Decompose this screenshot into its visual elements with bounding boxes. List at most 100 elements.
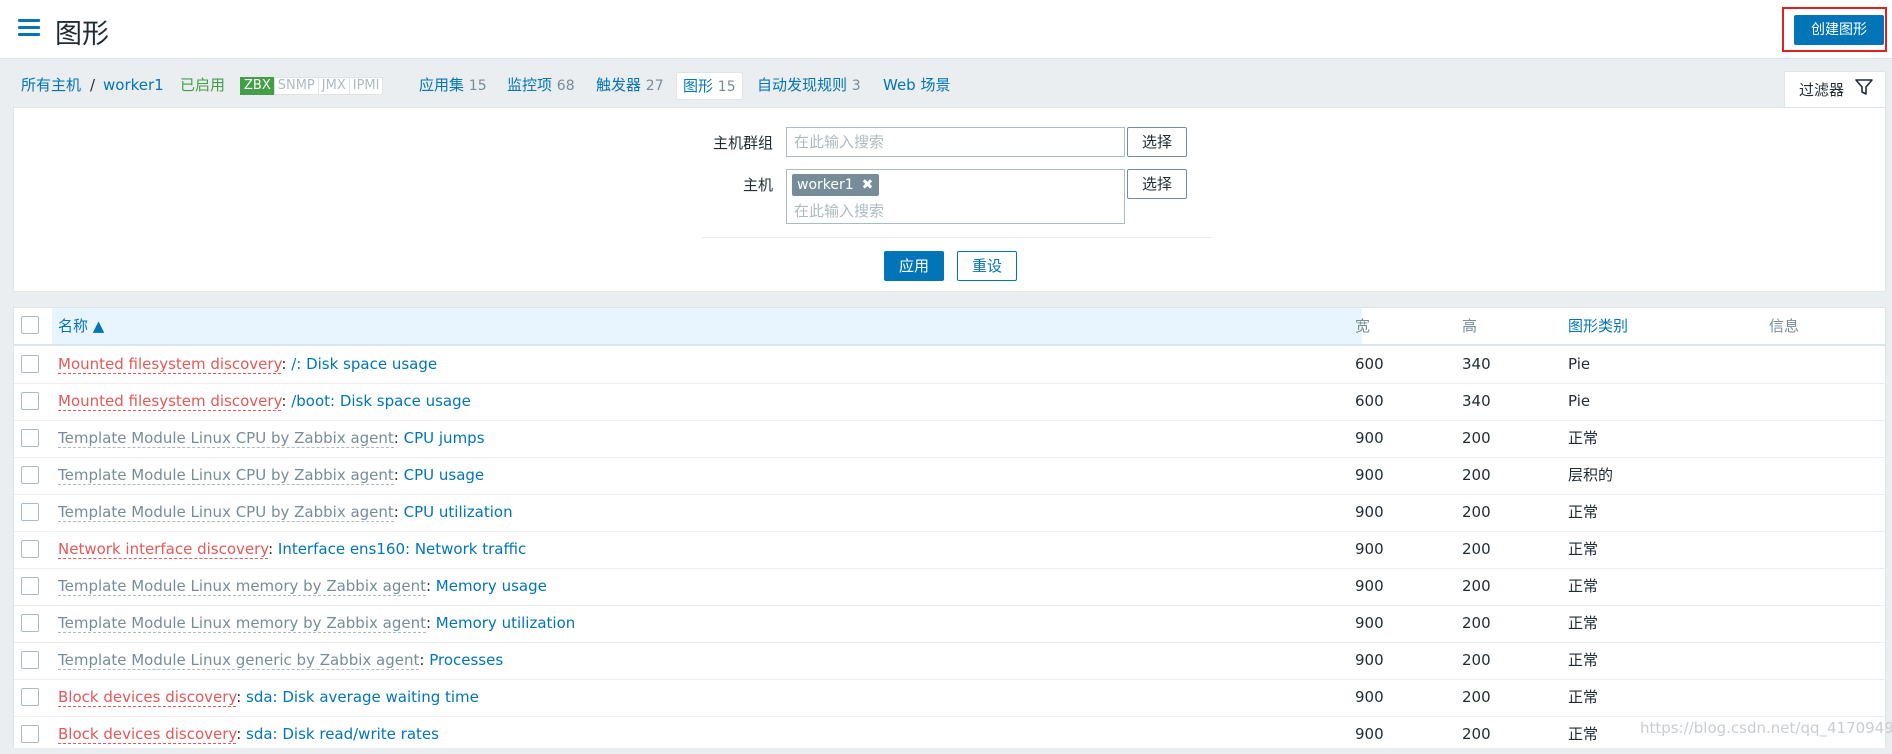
filter-tab-label: 过滤器 [1799,81,1845,99]
nav-graphs-label[interactable]: 图形 [683,77,713,95]
filter-icon [1855,79,1873,95]
graph-type: Pie [1568,392,1591,410]
menu-icon[interactable] [18,19,40,37]
template-link[interactable]: Template Module Linux CPU by Zabbix agen… [58,466,394,485]
select-all-checkbox[interactable] [21,316,39,334]
nav-items[interactable]: 监控项 68 [507,72,575,98]
remove-chip-icon[interactable]: ✖ [862,177,874,193]
host-group-input[interactable]: 在此输入搜索 [786,127,1125,157]
column-graph-type[interactable]: 图形类别 [1568,308,1628,344]
apply-button[interactable]: 应用 [884,251,944,281]
template-link[interactable]: Block devices discovery [58,688,237,707]
nav-triggers-label[interactable]: 触发器 [596,76,641,94]
graph-type: Pie [1568,355,1591,373]
template-link[interactable]: Block devices discovery [58,725,237,744]
create-graph-button[interactable]: 创建图形 [1794,15,1884,45]
tag-ipmi: IPMI [348,77,384,95]
graph-width: 900 [1355,540,1384,558]
template-separator: : [425,614,436,632]
nav-graphs[interactable]: 图形 15 [676,72,743,100]
graph-type: 层积的 [1568,466,1614,484]
graph-type: 正常 [1568,725,1599,743]
template-link[interactable]: Template Module Linux generic by Zabbix … [58,651,420,670]
template-link[interactable]: Network interface discovery [58,540,269,559]
graph-name-cell: Template Module Linux memory by Zabbix a… [58,605,575,642]
nav-host[interactable]: worker1 [103,76,164,94]
host-select-button[interactable]: 选择 [1127,169,1187,199]
nav-triggers[interactable]: 触发器 27 [596,72,664,98]
graph-width: 900 [1355,429,1384,447]
page-header: 图形 创建图形 [0,0,1892,59]
graph-height: 200 [1462,503,1491,521]
row-checkbox[interactable] [21,577,39,595]
row-checkbox[interactable] [21,651,39,669]
template-link[interactable]: Mounted filesystem discovery [58,392,282,411]
row-checkbox[interactable] [21,392,39,410]
filter-tab[interactable]: 过滤器 [1784,71,1886,108]
row-checkbox[interactable] [21,725,39,743]
column-info: 信息 [1769,317,1800,335]
graph-name-cell: Template Module Linux CPU by Zabbix agen… [58,457,484,494]
template-link[interactable]: Mounted filesystem discovery [58,355,282,374]
graph-link[interactable]: sda: Disk average waiting time [246,688,479,706]
row-checkbox[interactable] [21,466,39,484]
graph-type: 正常 [1568,688,1599,706]
graph-link[interactable]: sda: Disk read/write rates [246,725,439,743]
graph-link[interactable]: Interface ens160: Network traffic [278,540,526,558]
row-checkbox[interactable] [21,540,39,558]
template-separator: : [236,725,247,743]
nav-web-scenarios[interactable]: Web 场景 [883,76,950,94]
graph-height: 200 [1462,614,1491,632]
host-chip[interactable]: worker1 ✖ [792,174,880,196]
graph-name-cell: Network interface discovery: Interface e… [58,531,526,568]
graph-width: 900 [1355,725,1384,743]
graph-width: 900 [1355,614,1384,632]
template-link[interactable]: Template Module Linux memory by Zabbix a… [58,614,426,633]
graph-name-cell: Template Module Linux CPU by Zabbix agen… [58,420,485,457]
graph-link[interactable]: CPU jumps [404,429,485,447]
graph-width: 900 [1355,503,1384,521]
row-checkbox[interactable] [21,614,39,632]
nav-applications-count: 15 [468,78,487,94]
template-link[interactable]: Template Module Linux CPU by Zabbix agen… [58,503,394,522]
tag-zbx: ZBX [240,77,275,95]
nav-applications[interactable]: 应用集 15 [419,72,487,98]
graph-height: 200 [1462,651,1491,669]
column-name[interactable]: 名称 ▲ [58,308,104,344]
watermark: https://blog.csdn.net/qq_41709494 [1640,719,1892,737]
host-multiselect[interactable]: worker1 ✖ 在此输入搜索 [786,169,1125,224]
graph-width: 600 [1355,355,1384,373]
reset-button[interactable]: 重设 [957,251,1017,281]
host-status[interactable]: 已启用 [180,72,225,98]
sorted-column-bg [52,308,1362,344]
graph-height: 340 [1462,392,1491,410]
graph-name-cell: Template Module Linux memory by Zabbix a… [58,568,547,605]
nav-discovery[interactable]: 自动发现规则 3 [757,72,861,98]
graph-width: 900 [1355,651,1384,669]
graph-link[interactable]: CPU utilization [404,503,513,521]
graph-type: 正常 [1568,503,1599,521]
nav-applications-label[interactable]: 应用集 [419,76,464,94]
graph-link[interactable]: /boot: Disk space usage [291,392,471,410]
nav-discovery-label[interactable]: 自动发现规则 [757,76,847,94]
host-search-placeholder[interactable]: 在此输入搜索 [794,200,884,222]
graph-link[interactable]: CPU usage [404,466,485,484]
graph-link[interactable]: /: Disk space usage [291,355,437,373]
row-checkbox[interactable] [21,429,39,447]
table-row: Network interface discovery: Interface e… [14,531,1885,569]
graph-link[interactable]: Memory usage [436,577,547,595]
row-checkbox[interactable] [21,503,39,521]
nav-items-label[interactable]: 监控项 [507,76,552,94]
template-link[interactable]: Template Module Linux memory by Zabbix a… [58,577,426,596]
host-group-select-button[interactable]: 选择 [1127,127,1187,157]
host-label: 主机 [742,176,773,194]
graph-name-cell: Mounted filesystem discovery: /: Disk sp… [58,346,437,383]
row-checkbox[interactable] [21,688,39,706]
nav-all-hosts[interactable]: 所有主机 [21,76,81,94]
filter-divider [702,237,1212,238]
graph-link[interactable]: Processes [429,651,503,669]
graph-name-cell: Template Module Linux CPU by Zabbix agen… [58,494,513,531]
template-link[interactable]: Template Module Linux CPU by Zabbix agen… [58,429,394,448]
row-checkbox[interactable] [21,355,39,373]
graph-link[interactable]: Memory utilization [436,614,575,632]
